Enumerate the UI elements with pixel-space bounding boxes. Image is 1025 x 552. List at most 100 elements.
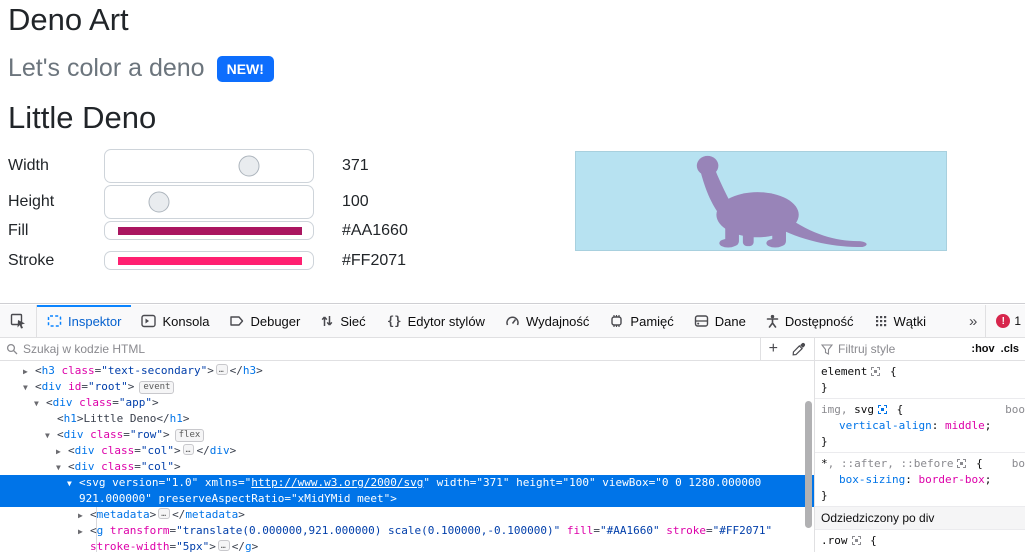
- stylesheet-source-link[interactable]: boo: [1005, 402, 1025, 418]
- expand-arrow-icon[interactable]: ▶: [78, 524, 83, 540]
- class-toggle[interactable]: .cls: [1001, 343, 1019, 355]
- tab-label: Konsola: [162, 313, 210, 329]
- code-token: <: [57, 412, 64, 425]
- collapse-arrow-icon[interactable]: ▼: [67, 476, 72, 492]
- code-token: >: [390, 492, 397, 505]
- ellipsis-badge: …: [158, 508, 171, 519]
- tab-konsola[interactable]: Konsola: [131, 305, 219, 337]
- highlight-selector-icon[interactable]: [851, 536, 861, 545]
- color-bar-fill[interactable]: [104, 221, 314, 240]
- tree-node[interactable]: <h1>Little Deno</h1>: [0, 411, 814, 427]
- slider-thumb[interactable]: [148, 191, 170, 213]
- semicolon: ;: [984, 473, 992, 486]
- eyedropper-icon[interactable]: [792, 342, 806, 356]
- css-rule: .row {--bs-gutter-x: 1.5rem;}: [815, 530, 1025, 552]
- code-token: >: [251, 540, 259, 552]
- tree-node[interactable]: ▶ <div class="col">… </div>: [0, 443, 814, 459]
- collapse-arrow-icon[interactable]: ▼: [34, 396, 39, 412]
- tab-dost-pno-[interactable]: Dostępność: [756, 305, 864, 337]
- tree-node[interactable]: ▶ <metadata>… </metadata>: [0, 507, 814, 523]
- code-token: <: [35, 364, 42, 377]
- tab-debuger[interactable]: Debuger: [219, 305, 310, 337]
- color-bar-stroke[interactable]: [104, 251, 314, 270]
- filter-styles-input[interactable]: [838, 342, 966, 356]
- stylesheet-source-link[interactable]: bo: [1012, 456, 1025, 472]
- rule-selector-line[interactable]: img, svg {: [821, 402, 1025, 418]
- selector: , ::after, ::before: [827, 457, 954, 470]
- code-token: =: [555, 476, 563, 489]
- tree-node[interactable]: ▼ <div class="row"> flex: [0, 427, 814, 443]
- code-token: class: [101, 460, 135, 473]
- pick-element-icon: [10, 313, 25, 329]
- rules-pane: :hov .cls element {} img, svg {boovertica…: [815, 338, 1025, 552]
- code-token: =: [134, 444, 141, 457]
- highlight-selector-icon[interactable]: [871, 367, 881, 376]
- pseudo-class-toggle[interactable]: :hov: [971, 343, 994, 355]
- css-declaration[interactable]: vertical-align: middle;: [821, 418, 1025, 434]
- rule-selector-line[interactable]: .row {: [821, 533, 1025, 549]
- control-label: Height: [8, 193, 55, 210]
- highlight-selector-icon[interactable]: [957, 459, 967, 468]
- add-node-button[interactable]: +: [769, 341, 778, 357]
- property-value: middle: [944, 419, 985, 432]
- tree-node[interactable]: ▶ < g transform = "translate(0.000000,921.00…: [0, 523, 814, 552]
- code-token: =: [81, 380, 88, 393]
- code-token: g: [244, 540, 252, 552]
- error-count[interactable]: 1: [1014, 314, 1021, 328]
- pick-element-button[interactable]: [0, 305, 37, 337]
- rule-selector-line[interactable]: element {: [821, 364, 1025, 380]
- tab-w-tki[interactable]: Wątki: [864, 305, 937, 337]
- css-rule: img, svg {boo vertical-align: middle;}: [815, 399, 1025, 453]
- slider-thumb[interactable]: [238, 155, 260, 177]
- control-row-width: Width 371: [8, 149, 438, 183]
- page-subtitle-row: Let's color a deno NEW!: [8, 54, 274, 83]
- collapse-arrow-icon[interactable]: ▼: [45, 428, 50, 444]
- slider-height[interactable]: [104, 185, 314, 219]
- tab-sie-[interactable]: Sieć: [310, 305, 375, 337]
- search-icon: [6, 343, 18, 355]
- tree-scrollbar[interactable]: [805, 401, 812, 552]
- storage-icon: [694, 314, 709, 328]
- selector: *: [821, 457, 828, 470]
- rule-selector-line[interactable]: *, ::after, ::before {: [821, 456, 1025, 472]
- tab-inspektor[interactable]: Inspektor: [37, 305, 132, 337]
- expand-arrow-icon[interactable]: ▶: [56, 444, 61, 460]
- tree-node[interactable]: ▶ <h3 class="text-secondary">… </h3>: [0, 363, 814, 379]
- expand-arrow-icon[interactable]: ▶: [23, 364, 28, 380]
- tree-node[interactable]: ▼ <div id="root"> event: [0, 379, 814, 395]
- code-token: div: [74, 444, 95, 457]
- highlight-selector-icon[interactable]: [878, 405, 887, 414]
- dinosaur-silhouette: [696, 155, 867, 248]
- tab-dane[interactable]: Dane: [684, 305, 756, 337]
- slider-width[interactable]: [104, 149, 314, 183]
- code-token: =: [284, 492, 291, 505]
- search-html-input[interactable]: [23, 342, 760, 356]
- collapse-arrow-icon[interactable]: ▼: [23, 380, 28, 396]
- code-token: height: [516, 476, 556, 489]
- tab-wydajno-[interactable]: Wydajność: [495, 305, 599, 337]
- code-token: <: [90, 508, 97, 521]
- code-token: >: [209, 540, 216, 552]
- tree-scrollbar-thumb[interactable]: [805, 401, 812, 528]
- error-badge-icon[interactable]: !: [996, 314, 1011, 328]
- devtools-tabbar: Inspektor Konsola Debuger Sieć {} Edytor styl…: [0, 305, 1025, 338]
- expand-arrow-icon[interactable]: ▶: [78, 508, 83, 524]
- console-icon: [141, 314, 157, 328]
- network-icon: [320, 314, 334, 328]
- collapse-arrow-icon[interactable]: ▼: [56, 460, 61, 476]
- code-token: >: [76, 412, 84, 425]
- tree-node-selected[interactable]: ▼ <svg version="1.0" xmlns="http://www.w3…: [0, 475, 814, 507]
- close-brace: }: [821, 381, 828, 394]
- code-token: width: [436, 476, 470, 489]
- tree-node[interactable]: ▼ <div class="app">: [0, 395, 814, 411]
- tab-pami-[interactable]: Pamięć: [599, 305, 683, 337]
- tab-edytor-styl-w[interactable]: {} Edytor stylów: [376, 305, 495, 337]
- css-declaration[interactable]: box-sizing: border-box;: [821, 472, 1025, 488]
- code-token: =: [237, 476, 245, 489]
- control-row-stroke: Stroke #FF2071: [8, 251, 438, 270]
- tree-node[interactable]: ▼ <div class="col">: [0, 459, 814, 475]
- code-token: "row": [129, 428, 163, 441]
- more-tabs-button[interactable]: »: [961, 305, 985, 337]
- control-row-height: Height 100: [8, 185, 438, 219]
- css-rule: *, ::after, ::before {bo box-sizing: bord…: [815, 453, 1025, 507]
